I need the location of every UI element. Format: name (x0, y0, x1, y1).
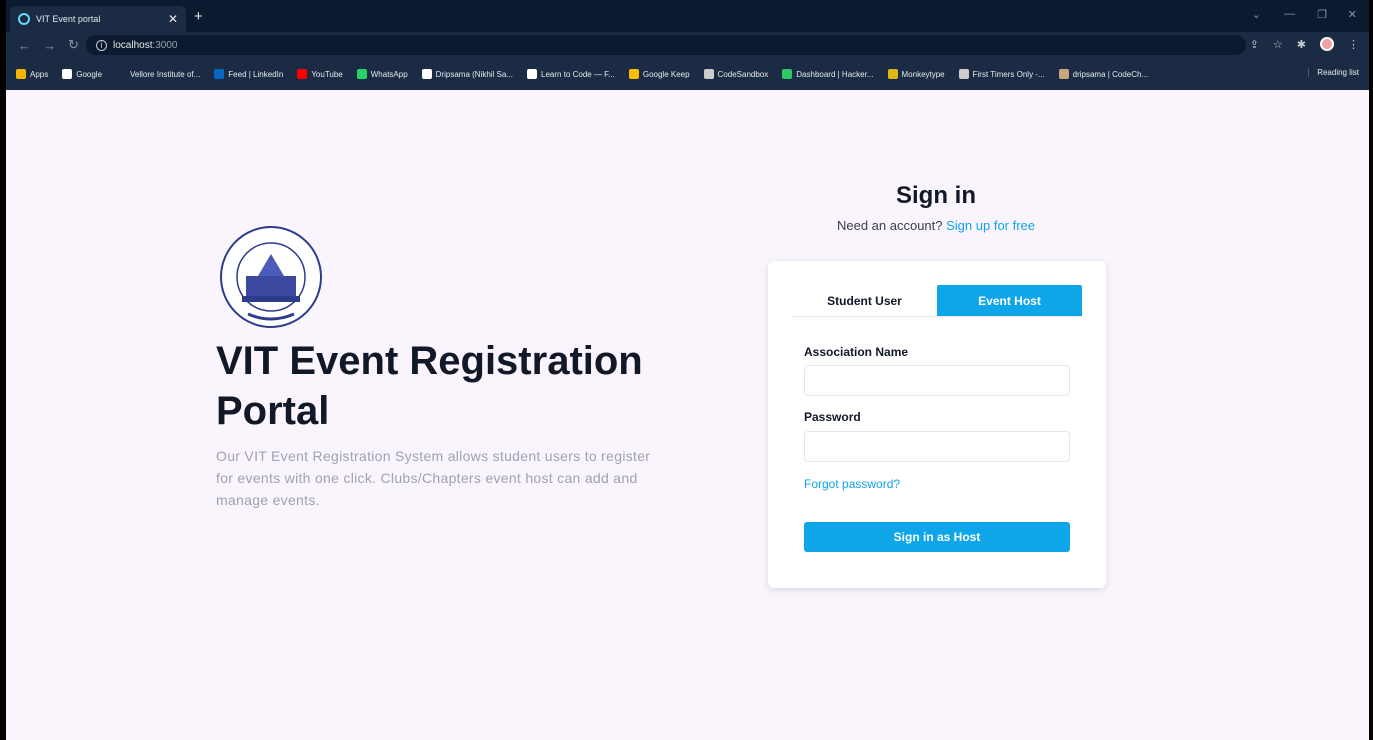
bookmark-label: Dripsama (Nikhil Sa... (435, 69, 514, 79)
password-label: Password (804, 410, 861, 424)
user-type-tabs: Student User Event Host (792, 285, 1082, 317)
minimize-icon[interactable]: — (1284, 8, 1295, 20)
extensions-icon[interactable]: ✱ (1297, 38, 1306, 51)
bookmark-item[interactable]: Google (62, 69, 102, 79)
bookmark-item[interactable]: Apps (16, 69, 48, 79)
bookmark-item[interactable]: Dripsama (Nikhil Sa... (421, 69, 514, 79)
menu-icon[interactable]: ⋮ (1348, 38, 1359, 51)
page-content: VIT Event Registration Portal Our VIT Ev… (6, 90, 1369, 740)
bookmark-star-icon[interactable]: ☆ (1273, 38, 1283, 51)
tab-student-user[interactable]: Student User (792, 285, 937, 316)
association-name-input[interactable] (804, 365, 1070, 396)
back-icon[interactable]: ← (18, 38, 31, 53)
bookmark-item[interactable]: Feed | LinkedIn (214, 69, 283, 79)
browser-tab[interactable]: VIT Event portal ✕ (10, 6, 186, 32)
github-icon (421, 69, 432, 79)
bookmark-label: dripsama | CodeCh... (1072, 69, 1149, 79)
bookmark-label: Apps (30, 69, 49, 79)
bookmark-label: First Timers Only -... (972, 69, 1045, 79)
close-tab-icon[interactable]: ✕ (168, 12, 178, 26)
tab-event-host[interactable]: Event Host (937, 285, 1082, 316)
bookmark-item[interactable]: WhatsApp (356, 69, 408, 79)
hero-title: VIT Event Registration Portal (216, 339, 643, 433)
bookmark-item[interactable]: Google Keep (628, 69, 690, 79)
bookmark-item[interactable]: YouTube (297, 69, 343, 79)
association-name-label: Association Name (804, 345, 909, 359)
monkeytype-icon (887, 69, 898, 79)
url-port: :3000 (152, 39, 178, 51)
bookmark-label: CodeSandbox (717, 69, 769, 79)
forgot-password-link[interactable]: Forgot password? (804, 477, 900, 491)
bookmark-label: Vellore Institute of... (130, 69, 201, 79)
restore-icon[interactable]: ❐ (1317, 8, 1327, 21)
globe-icon (958, 69, 969, 79)
bookmark-label: Feed | LinkedIn (228, 69, 284, 79)
bookmark-item[interactable]: CodeSandbox (703, 69, 769, 79)
reading-list-button[interactable]: Reading list (1308, 68, 1359, 77)
bookmark-item[interactable]: dripsama | CodeCh... (1058, 69, 1149, 79)
bookmark-item[interactable]: Learn to Code — F... (527, 69, 615, 79)
bookmark-item[interactable]: Monkeytype (887, 69, 945, 79)
apps-grid-icon (16, 69, 26, 79)
bookmark-item[interactable]: First Timers Only -... (958, 69, 1045, 79)
browser-toolbar: ← → ↻ i localhost:3000 ⇪ ☆ ✱ ⋮ (6, 32, 1369, 58)
tab-strip: VIT Event portal ✕ + ⌄ — ❐ ✕ (6, 0, 1369, 32)
signin-title: Sign in (896, 182, 976, 209)
bookmark-label: Monkeytype (901, 69, 945, 79)
keep-icon (628, 69, 639, 79)
freecodecamp-icon (527, 69, 538, 79)
url-text: localhost:3000 (113, 40, 178, 51)
codesandbox-icon (703, 69, 714, 79)
whatsapp-icon (356, 69, 367, 79)
codechef-icon (1058, 69, 1069, 79)
bookmark-item[interactable]: Dashboard | Hacker... (782, 69, 874, 79)
youtube-icon (297, 69, 308, 79)
tab-title: VIT Event portal (36, 14, 101, 24)
vit-logo-icon (220, 226, 322, 328)
signup-prompt-text: Need an account? (836, 218, 943, 233)
url-host: localhost (113, 39, 153, 51)
bookmark-item[interactable]: Vellore Institute of... (116, 69, 200, 79)
hackerrank-icon (782, 69, 793, 79)
hero-description: Our VIT Event Registration System allows… (216, 448, 651, 508)
signup-link[interactable]: Sign up for free (946, 218, 1035, 233)
bookmark-label: Google Keep (642, 69, 690, 79)
signin-card: Student User Event Host Association Name… (768, 261, 1106, 588)
vit-icon (116, 69, 127, 79)
linkedin-icon (214, 69, 225, 79)
site-info-icon[interactable]: i (96, 39, 107, 51)
password-input[interactable] (804, 431, 1070, 462)
toolbar-icons: ⇪ ☆ ✱ ⋮ (1250, 37, 1359, 51)
bookmark-label: YouTube (311, 69, 343, 79)
bookmark-label: Dashboard | Hacker... (796, 69, 874, 79)
tab-search-icon[interactable]: ⌄ (1252, 8, 1261, 21)
bookmark-label: Google (76, 69, 103, 79)
bookmark-label: WhatsApp (370, 69, 408, 79)
bookmarks-bar: Apps Google Vellore Institute of... Feed | … (6, 58, 1369, 90)
new-tab-icon[interactable]: + (194, 8, 203, 25)
signup-prompt: Need an account? Sign up for free (768, 218, 1104, 233)
forward-icon[interactable]: → (43, 38, 56, 53)
google-icon (62, 69, 73, 79)
address-bar[interactable]: i localhost:3000 (86, 35, 1246, 55)
reload-icon[interactable]: ↻ (68, 37, 79, 53)
react-favicon-icon (18, 13, 30, 25)
close-window-icon[interactable]: ✕ (1348, 8, 1357, 21)
profile-avatar[interactable] (1320, 37, 1334, 51)
signin-host-button[interactable]: Sign in as Host (804, 522, 1070, 552)
bookmark-label: Learn to Code — F... (541, 69, 615, 79)
share-icon[interactable]: ⇪ (1250, 38, 1259, 51)
browser-window: VIT Event portal ✕ + ⌄ — ❐ ✕ ← → ↻ i loc… (6, 0, 1369, 740)
